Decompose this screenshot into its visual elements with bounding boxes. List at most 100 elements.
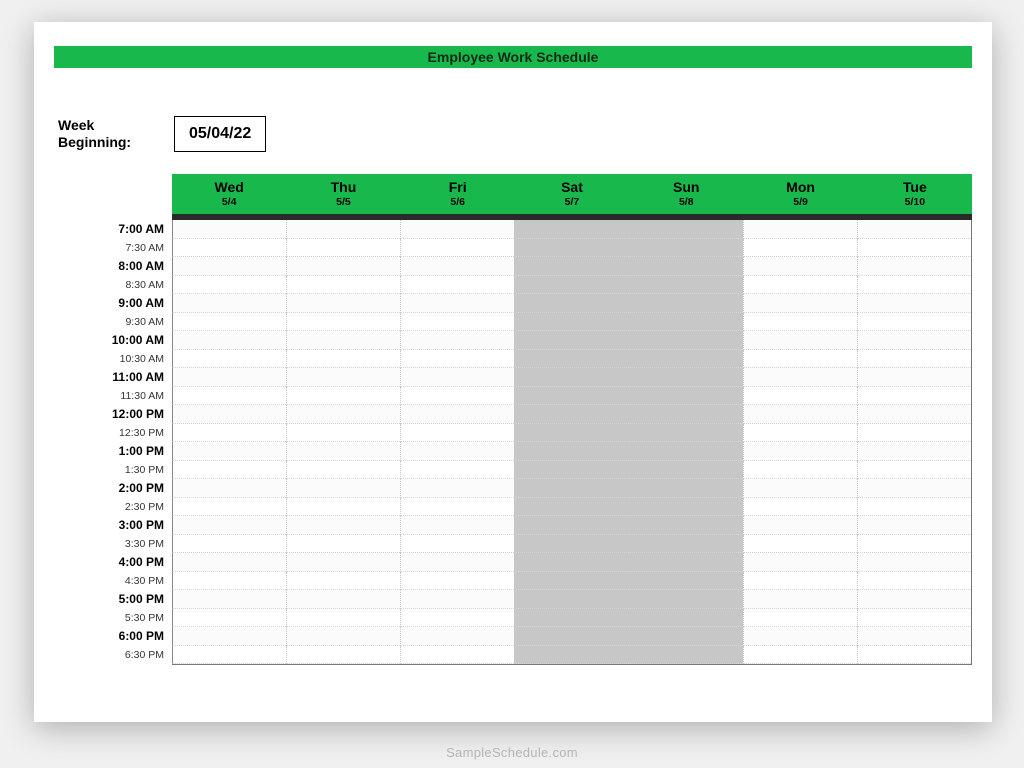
schedule-cell[interactable] <box>629 572 743 591</box>
schedule-cell[interactable] <box>743 424 857 443</box>
schedule-cell[interactable] <box>172 590 286 609</box>
schedule-cell[interactable] <box>629 590 743 609</box>
schedule-cell[interactable] <box>286 405 400 424</box>
schedule-cell[interactable] <box>629 646 743 665</box>
schedule-cell[interactable] <box>172 535 286 554</box>
schedule-cell[interactable] <box>743 572 857 591</box>
schedule-cell[interactable] <box>286 276 400 295</box>
schedule-cell[interactable] <box>514 553 628 572</box>
schedule-cell[interactable] <box>857 516 971 535</box>
schedule-cell[interactable] <box>743 387 857 406</box>
schedule-cell[interactable] <box>514 387 628 406</box>
schedule-cell[interactable] <box>286 368 400 387</box>
schedule-cell[interactable] <box>857 368 971 387</box>
schedule-cell[interactable] <box>743 405 857 424</box>
schedule-cell[interactable] <box>514 239 628 258</box>
schedule-cell[interactable] <box>172 498 286 517</box>
schedule-cell[interactable] <box>400 442 514 461</box>
schedule-cell[interactable] <box>286 572 400 591</box>
schedule-cell[interactable] <box>743 590 857 609</box>
schedule-cell[interactable] <box>514 350 628 369</box>
schedule-cell[interactable] <box>400 294 514 313</box>
schedule-cell[interactable] <box>857 257 971 276</box>
schedule-cell[interactable] <box>400 368 514 387</box>
schedule-cell[interactable] <box>400 220 514 239</box>
schedule-cell[interactable] <box>172 331 286 350</box>
schedule-cell[interactable] <box>743 257 857 276</box>
schedule-cell[interactable] <box>514 442 628 461</box>
schedule-cell[interactable] <box>629 609 743 628</box>
schedule-cell[interactable] <box>400 313 514 332</box>
schedule-cell[interactable] <box>743 276 857 295</box>
schedule-cell[interactable] <box>400 239 514 258</box>
schedule-cell[interactable] <box>400 257 514 276</box>
schedule-cell[interactable] <box>400 424 514 443</box>
schedule-cell[interactable] <box>857 220 971 239</box>
schedule-cell[interactable] <box>514 498 628 517</box>
schedule-cell[interactable] <box>857 479 971 498</box>
schedule-cell[interactable] <box>400 572 514 591</box>
schedule-cell[interactable] <box>286 220 400 239</box>
schedule-cell[interactable] <box>857 331 971 350</box>
schedule-cell[interactable] <box>743 294 857 313</box>
schedule-cell[interactable] <box>172 294 286 313</box>
schedule-cell[interactable] <box>514 405 628 424</box>
schedule-cell[interactable] <box>172 313 286 332</box>
schedule-cell[interactable] <box>286 257 400 276</box>
schedule-cell[interactable] <box>629 535 743 554</box>
schedule-cell[interactable] <box>286 387 400 406</box>
schedule-cell[interactable] <box>857 313 971 332</box>
schedule-cell[interactable] <box>514 590 628 609</box>
schedule-cell[interactable] <box>743 442 857 461</box>
schedule-cell[interactable] <box>286 313 400 332</box>
schedule-cell[interactable] <box>629 405 743 424</box>
schedule-cell[interactable] <box>514 220 628 239</box>
schedule-cell[interactable] <box>286 627 400 646</box>
schedule-cell[interactable] <box>857 535 971 554</box>
schedule-cell[interactable] <box>857 442 971 461</box>
schedule-cell[interactable] <box>629 294 743 313</box>
schedule-cell[interactable] <box>286 516 400 535</box>
schedule-cell[interactable] <box>514 516 628 535</box>
schedule-cell[interactable] <box>743 220 857 239</box>
schedule-cell[interactable] <box>514 627 628 646</box>
schedule-cell[interactable] <box>743 627 857 646</box>
schedule-cell[interactable] <box>286 609 400 628</box>
schedule-cell[interactable] <box>172 276 286 295</box>
schedule-cell[interactable] <box>629 313 743 332</box>
schedule-cell[interactable] <box>857 590 971 609</box>
schedule-cell[interactable] <box>286 442 400 461</box>
schedule-cell[interactable] <box>629 257 743 276</box>
schedule-cell[interactable] <box>172 609 286 628</box>
schedule-cell[interactable] <box>172 479 286 498</box>
schedule-cell[interactable] <box>514 646 628 665</box>
schedule-cell[interactable] <box>286 553 400 572</box>
schedule-cell[interactable] <box>629 498 743 517</box>
schedule-cell[interactable] <box>514 479 628 498</box>
schedule-cell[interactable] <box>857 572 971 591</box>
schedule-cell[interactable] <box>172 553 286 572</box>
schedule-cell[interactable] <box>743 535 857 554</box>
schedule-cell[interactable] <box>857 553 971 572</box>
schedule-cell[interactable] <box>514 424 628 443</box>
schedule-cell[interactable] <box>857 387 971 406</box>
schedule-cell[interactable] <box>286 294 400 313</box>
schedule-cell[interactable] <box>514 609 628 628</box>
schedule-cell[interactable] <box>629 553 743 572</box>
schedule-cell[interactable] <box>857 350 971 369</box>
schedule-cell[interactable] <box>514 294 628 313</box>
schedule-cell[interactable] <box>629 387 743 406</box>
schedule-cell[interactable] <box>743 461 857 480</box>
schedule-cell[interactable] <box>514 257 628 276</box>
schedule-cell[interactable] <box>400 498 514 517</box>
schedule-cell[interactable] <box>514 572 628 591</box>
schedule-cell[interactable] <box>172 461 286 480</box>
schedule-cell[interactable] <box>857 294 971 313</box>
schedule-cell[interactable] <box>400 405 514 424</box>
schedule-cell[interactable] <box>857 424 971 443</box>
schedule-cell[interactable] <box>172 220 286 239</box>
week-beginning-date[interactable]: 05/04/22 <box>174 116 266 152</box>
schedule-cell[interactable] <box>857 609 971 628</box>
schedule-cell[interactable] <box>629 627 743 646</box>
schedule-cell[interactable] <box>286 461 400 480</box>
